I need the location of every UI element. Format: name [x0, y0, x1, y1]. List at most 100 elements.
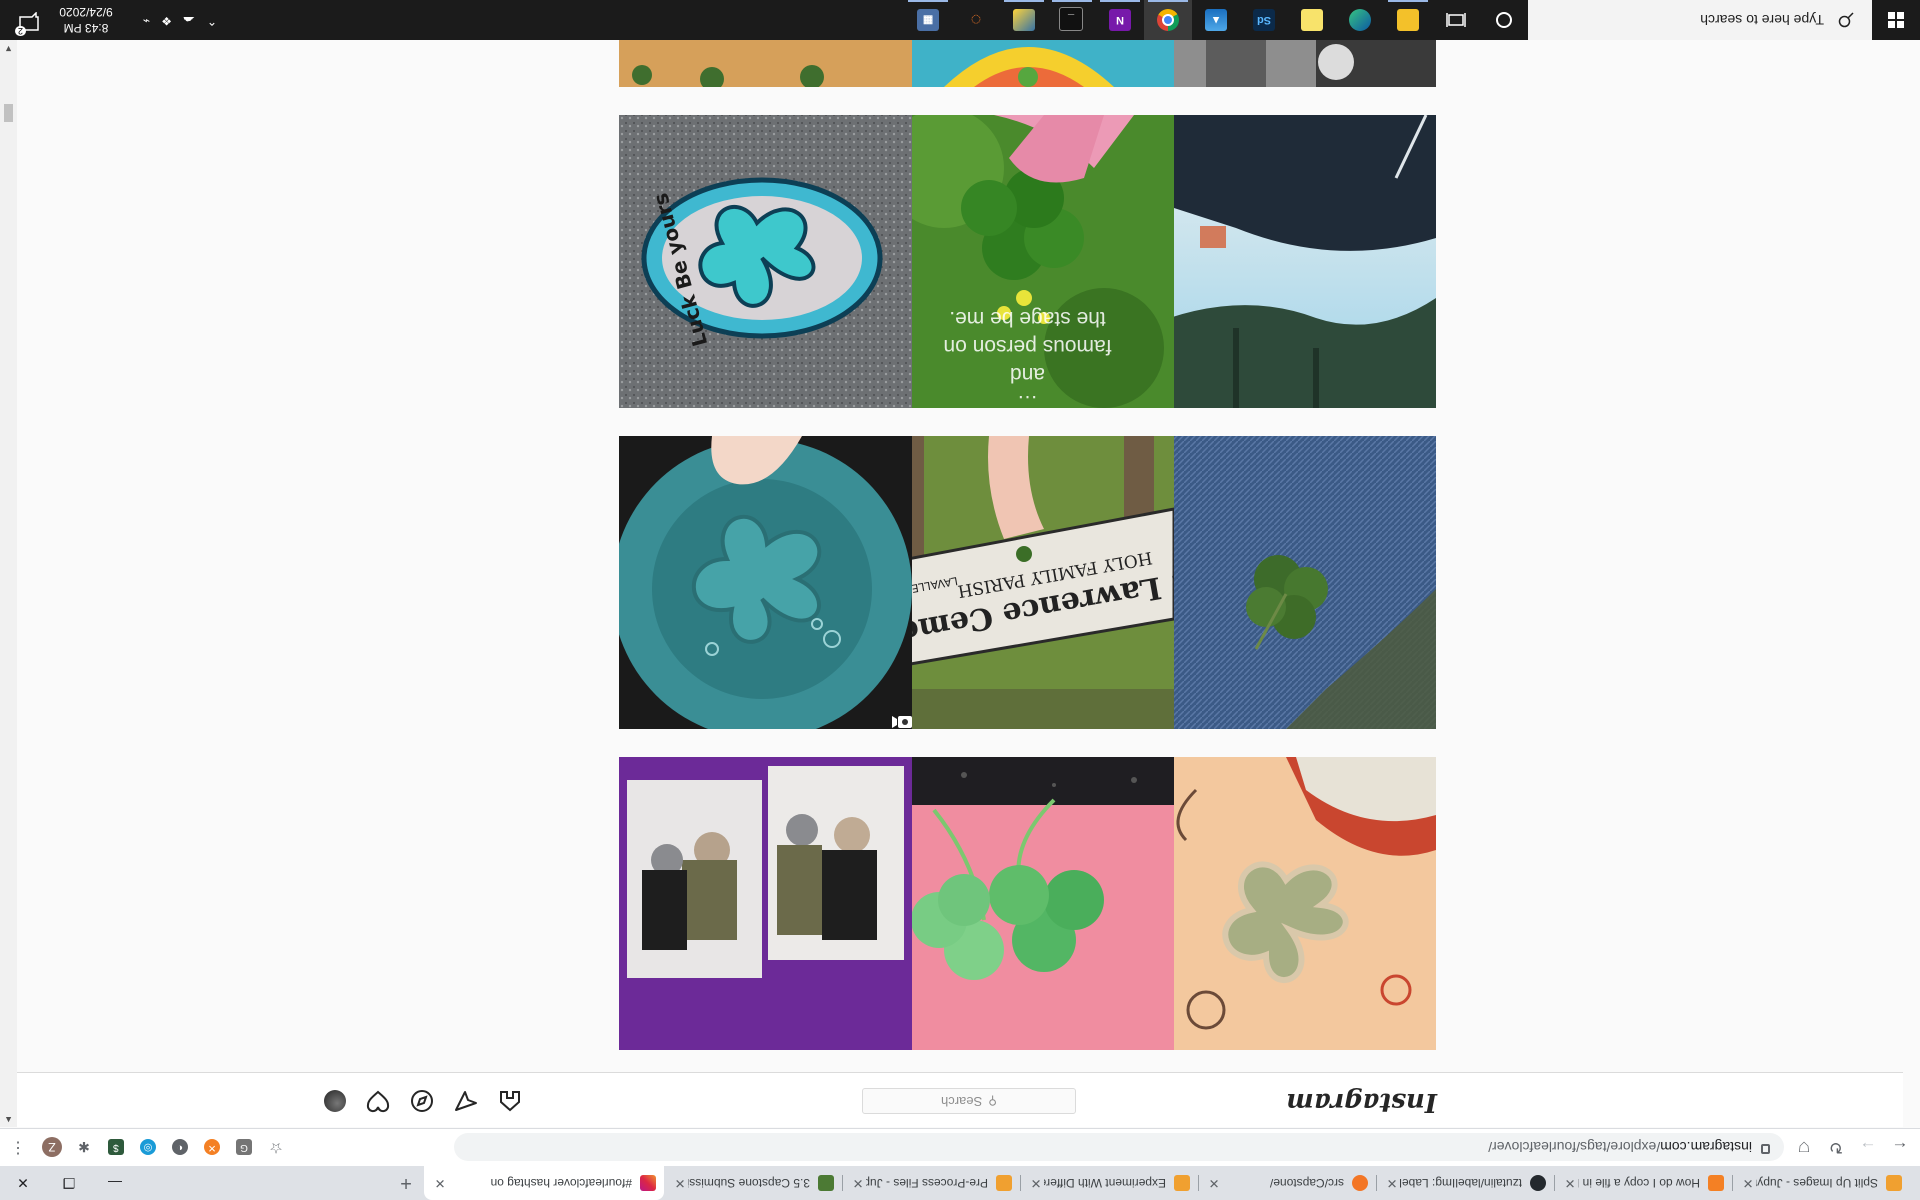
- scroll-down-arrow-icon[interactable]: ▼: [4, 44, 13, 54]
- photos-icon: ▲: [1205, 9, 1227, 31]
- tile-lake-reflection[interactable]: [1143, 115, 1436, 408]
- chevron-up-icon[interactable]: ⌃: [207, 14, 217, 28]
- taskbar-app-onenote[interactable]: N: [1096, 0, 1144, 40]
- clock-date: 9/24/2020: [59, 5, 113, 19]
- taskbar-app-photos[interactable]: ▲: [1192, 0, 1240, 40]
- taskbar-search-box[interactable]: Type here to search: [1528, 0, 1872, 40]
- tile-painted-rock[interactable]: Luck Be yours: [619, 115, 912, 408]
- onenote-icon: N: [1109, 9, 1131, 31]
- calculator-icon: ▦: [917, 9, 939, 31]
- home-icon[interactable]: [498, 1089, 522, 1113]
- windows-start-icon[interactable]: [1872, 0, 1920, 40]
- tile-partial-bw[interactable]: [1143, 40, 1436, 87]
- taskbar-app-chrome[interactable]: [1144, 0, 1192, 40]
- video-indicator-icon: [892, 716, 912, 728]
- instagram-logo[interactable]: Instagram: [1286, 1087, 1437, 1117]
- taskbar-app-terminal[interactable]: _: [1048, 0, 1096, 40]
- profile-avatar[interactable]: Z: [42, 1137, 62, 1157]
- extension-icon[interactable]: ✕: [204, 1139, 220, 1155]
- taskbar-app-sticky-notes[interactable]: [1288, 0, 1336, 40]
- new-tab-button[interactable]: +: [392, 1171, 420, 1195]
- cemetery-sign-image: St. Lawrence Cemetery HOLY FAMILY PARISH…: [881, 436, 1174, 729]
- close-tab-icon[interactable]: ✕: [672, 1175, 688, 1191]
- close-tab-icon[interactable]: ✕: [1562, 1175, 1578, 1191]
- tab-capstone-submission[interactable]: 3.5 Capstone Submission - ✕: [664, 1166, 842, 1200]
- tab-preprocess[interactable]: Pre-Process Files - Jupyter ✕: [842, 1166, 1020, 1200]
- page-scrollbar[interactable]: ▲ ▼: [0, 40, 17, 1127]
- close-tab-icon[interactable]: ✕: [1206, 1175, 1222, 1191]
- tile-hand-clover[interactable]: … and famous person on the stage be me.: [881, 115, 1174, 408]
- cortana-button[interactable]: [1480, 0, 1528, 40]
- taskbar-app-photoshop[interactable]: Sd: [1240, 0, 1288, 40]
- extension-icon[interactable]: ◎: [140, 1139, 156, 1155]
- network-icon[interactable]: ⌁: [143, 14, 150, 28]
- search-icon: ⚲: [988, 1094, 997, 1108]
- clover-on-denim-image: [1143, 436, 1436, 729]
- scroll-up-arrow-icon[interactable]: ▲: [4, 1115, 13, 1125]
- address-bar[interactable]: instagram.com/explore/tags/fourleafclove…: [454, 1133, 1784, 1161]
- tab-split-up-images[interactable]: Split Up Images - Jupyter N ✕: [1732, 1166, 1910, 1200]
- tile-pink-clovers[interactable]: [881, 757, 1174, 1050]
- page-viewport: Instagram ⚲Search St. Lawrence Cemetery …: [17, 40, 1903, 1127]
- lake-reflection-image: [1143, 115, 1436, 408]
- direct-messages-icon[interactable]: [454, 1089, 478, 1113]
- tile-glitter-clover-coaster[interactable]: [619, 436, 912, 729]
- extension-icon[interactable]: ◐: [172, 1139, 188, 1155]
- shield-icon[interactable]: ⛉: [1792, 1135, 1816, 1159]
- python-icon: [1013, 9, 1035, 31]
- task-view-button[interactable]: [1432, 0, 1480, 40]
- photoshop-icon: Sd: [1253, 9, 1275, 31]
- taskbar-app-edge[interactable]: [1336, 0, 1384, 40]
- instagram-search-input[interactable]: ⚲ Search: [862, 1088, 1076, 1114]
- taskbar-app-file-explorer[interactable]: [1384, 0, 1432, 40]
- bookmark-star-icon[interactable]: ☆: [264, 1135, 288, 1159]
- activity-heart-icon[interactable]: [366, 1089, 390, 1113]
- taskbar-app-jupyter[interactable]: ◌: [952, 0, 1000, 40]
- onedrive-cloud-icon[interactable]: ☁: [183, 14, 195, 28]
- tab-src-capstone[interactable]: src/Capstone/ ✕: [1198, 1166, 1376, 1200]
- tab-fourleafclover[interactable]: #fourleafclover hashtag on ✕: [424, 1166, 664, 1200]
- dropbox-icon[interactable]: ❖: [161, 14, 172, 28]
- close-tab-icon[interactable]: ✕: [432, 1175, 448, 1191]
- close-tab-icon[interactable]: ✕: [1028, 1175, 1044, 1191]
- maximize-button[interactable]: ❐: [46, 1166, 92, 1200]
- tab-experiment[interactable]: Experiment With Different ✕: [1020, 1166, 1198, 1200]
- search-icon: [1838, 12, 1854, 28]
- extension-icon[interactable]: $: [108, 1139, 124, 1155]
- menu-kebab-icon[interactable]: ⋮: [6, 1135, 30, 1159]
- tab-copy-file-python[interactable]: How do I copy a file in Pyth ✕: [1554, 1166, 1732, 1200]
- close-tab-icon[interactable]: ✕: [1384, 1175, 1400, 1191]
- profile-avatar[interactable]: [324, 1090, 346, 1112]
- url-host: instagram.com: [1660, 1139, 1752, 1155]
- jupyter-icon: [1352, 1175, 1368, 1191]
- tile-partial-mandala[interactable]: [881, 40, 1174, 87]
- back-button[interactable]: ←: [1888, 1135, 1912, 1159]
- explore-compass-icon[interactable]: [410, 1089, 434, 1113]
- system-clock[interactable]: 8:43 PM 9/24/2020: [46, 4, 126, 36]
- terminal-icon: _: [1059, 7, 1083, 31]
- tile-partial-wood[interactable]: [619, 40, 912, 87]
- github-icon: [1530, 1175, 1546, 1191]
- taskbar-app-python[interactable]: [1000, 0, 1048, 40]
- tile-cemetery-sign[interactable]: St. Lawrence Cemetery HOLY FAMILY PARISH…: [881, 436, 1174, 729]
- tile-purple-collage[interactable]: [619, 757, 912, 1050]
- jupyter-icon: [1174, 1175, 1190, 1191]
- tile-fabric-clover[interactable]: [1143, 757, 1436, 1050]
- taskbar-app-calculator[interactable]: ▦: [904, 0, 952, 40]
- bw-photo-image: [1143, 40, 1436, 87]
- extensions-puzzle-icon[interactable]: ✱: [72, 1135, 96, 1159]
- reload-button[interactable]: ↻: [1824, 1135, 1848, 1159]
- post-overlay-line: famous person on: [943, 335, 1112, 358]
- tile-clover-on-denim[interactable]: [1143, 436, 1436, 729]
- action-center-button[interactable]: 2: [12, 8, 40, 36]
- scroll-thumb[interactable]: [4, 104, 13, 122]
- extension-icon[interactable]: G: [236, 1139, 252, 1155]
- minimize-button[interactable]: —: [92, 1166, 138, 1200]
- jupyter-icon: ◌: [970, 10, 982, 30]
- tab-labelimg[interactable]: tzutalin/labelImg: LabelI ✕: [1376, 1166, 1554, 1200]
- forward-button[interactable]: →: [1856, 1135, 1880, 1159]
- close-tab-icon[interactable]: ✕: [1740, 1175, 1756, 1191]
- close-tab-icon[interactable]: ✕: [850, 1175, 866, 1191]
- close-window-button[interactable]: ✕: [0, 1166, 46, 1200]
- jupyter-icon: [996, 1175, 1012, 1191]
